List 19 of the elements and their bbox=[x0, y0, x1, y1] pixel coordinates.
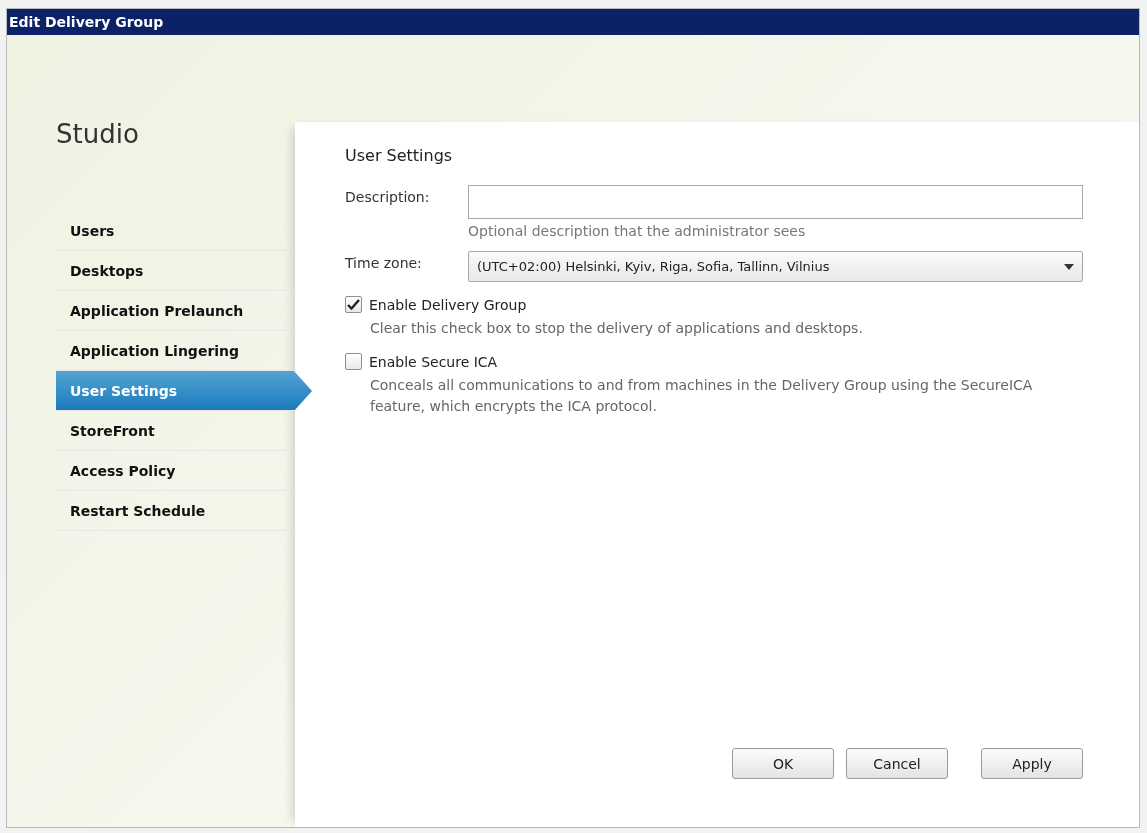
field-label: Description: bbox=[345, 188, 431, 205]
help-text: Clear this check box to stop the delivery of applications and desktops. bbox=[370, 319, 864, 338]
help-text: Conceals all communications to and from machines in the Delivery Group using the SecureICA feature, which encrypts the ICA protocol. bbox=[370, 376, 1034, 416]
dialog-button[interactable]: Cancel bbox=[846, 748, 948, 779]
description-field[interactable] bbox=[468, 185, 1083, 219]
checkbox[interactable] bbox=[345, 353, 362, 370]
page-title: User Settings bbox=[345, 146, 453, 165]
sidebar-title: Studio bbox=[56, 119, 139, 149]
dialog-button[interactable]: Apply bbox=[981, 748, 1083, 779]
field-hint: Optional description that the administrator sees bbox=[468, 223, 806, 239]
field-label: Time zone: bbox=[345, 254, 423, 271]
checkbox-label: Enable Delivery Group bbox=[369, 296, 527, 313]
checkbox[interactable] bbox=[345, 296, 362, 313]
checkbox-label: Enable Secure ICA bbox=[369, 353, 498, 370]
time-zone-dropdown[interactable]: (UTC+02:00) Helsinki, Kyiv, Riga, Sofia, Tallinn, Vilnius bbox=[468, 251, 1083, 282]
window-title: Edit Delivery Group bbox=[7, 9, 1139, 35]
dialog-button[interactable]: OK bbox=[732, 748, 834, 779]
dropdown-arrow-icon bbox=[1064, 263, 1074, 270]
nav-item[interactable]: User Settings bbox=[56, 371, 312, 411]
